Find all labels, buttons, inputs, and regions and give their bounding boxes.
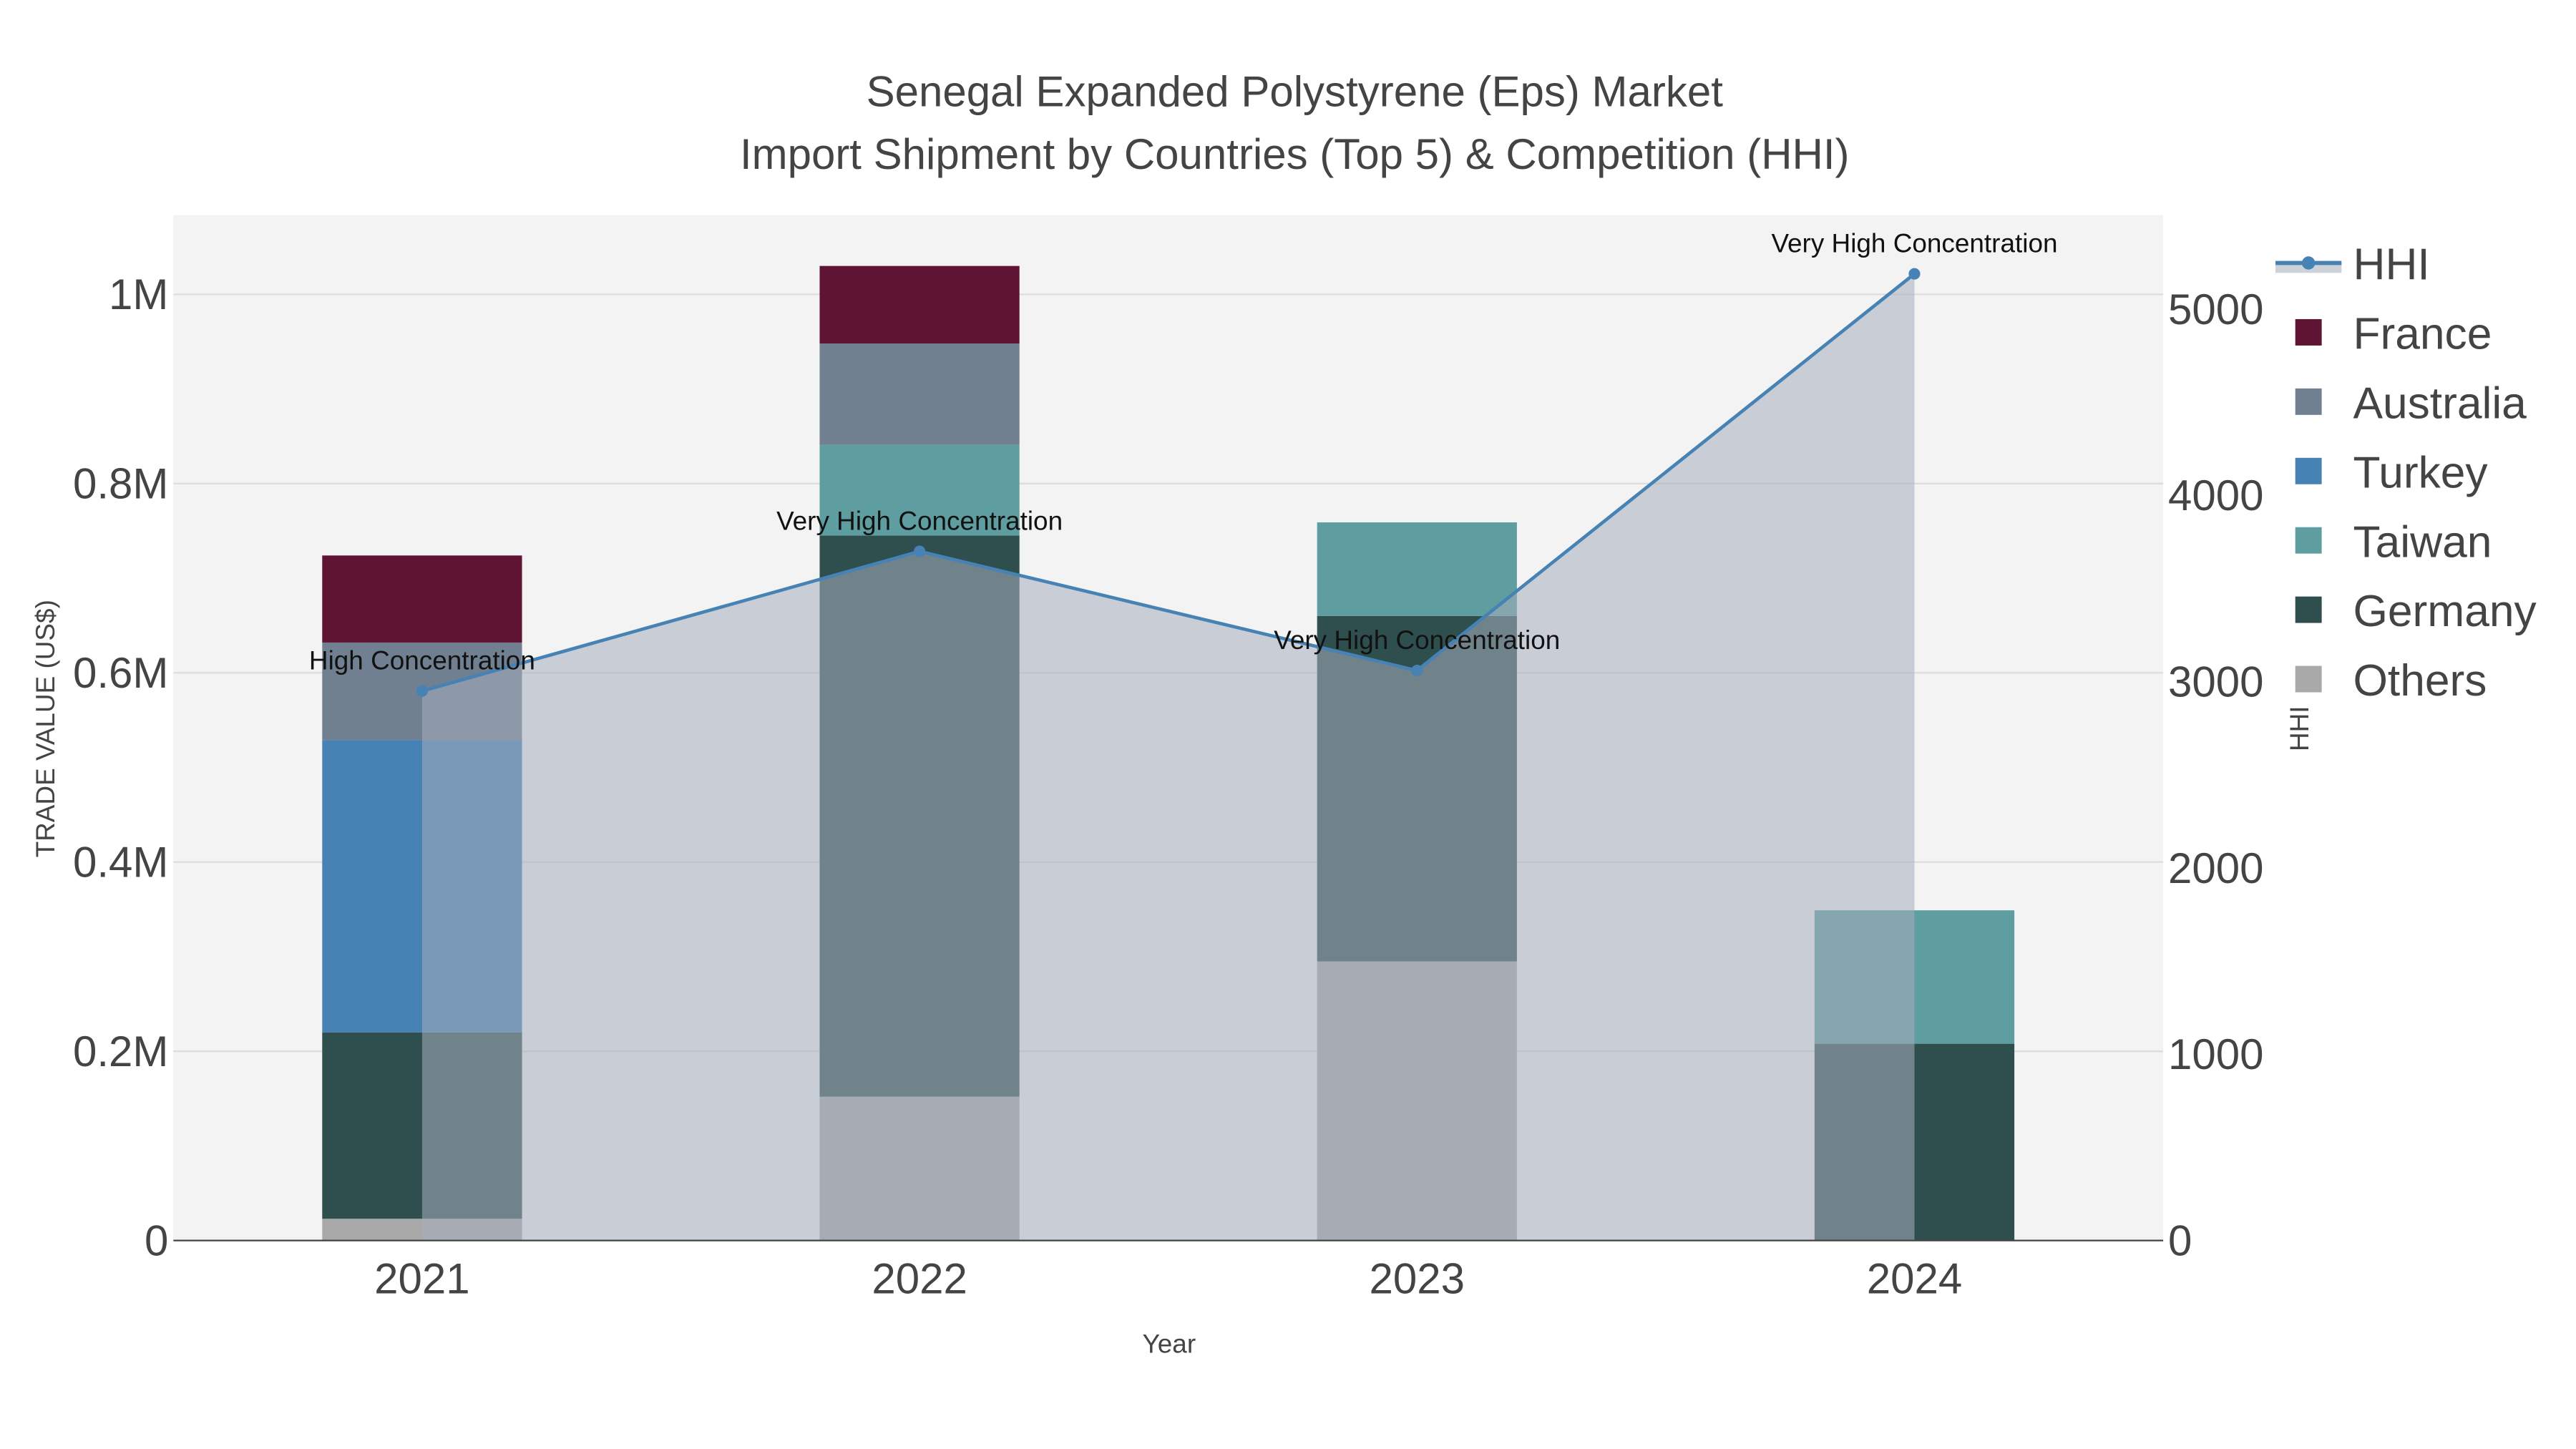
hhi-annotation: High Concentration: [309, 646, 535, 675]
hhi-point: [1908, 268, 1921, 280]
y2-tick-label: 5000: [2168, 286, 2263, 333]
y-tick-label: 0.2M: [73, 1028, 168, 1075]
y2-tick-label: 4000: [2168, 472, 2263, 519]
y-tick-label: 0.8M: [73, 460, 168, 508]
legend-swatch-france: [2295, 318, 2322, 346]
y2-tick-label: 2000: [2168, 844, 2263, 892]
chart-title-line1: Senegal Expanded Polystyrene (Eps) Marke…: [867, 67, 1724, 115]
legend-swatch-turkey: [2295, 457, 2322, 484]
legend-swatch-taiwan: [2295, 527, 2322, 554]
y-tick-label: 0: [145, 1216, 168, 1264]
y-tick-label: 1M: [109, 270, 168, 318]
chart: High Concentration Very High Concentratio…: [0, 0, 2576, 1449]
legend-swatch-germany: [2295, 596, 2322, 623]
hhi-point: [914, 545, 926, 557]
y2-tick-label: 1000: [2168, 1030, 2263, 1078]
legend-label-taiwan: Taiwan: [2353, 517, 2492, 567]
x-tick-label: 2023: [1370, 1255, 1465, 1303]
y-tick-label: 0.4M: [73, 839, 168, 887]
legend-label-france: France: [2353, 309, 2492, 358]
y2-tick-label: 3000: [2168, 658, 2263, 706]
x-axis-title: Year: [1143, 1330, 1196, 1359]
bar-france: [819, 265, 1020, 344]
legend-label-turkey: Turkey: [2353, 448, 2488, 497]
y-axis-title: TRADE VALUE (US$): [31, 600, 60, 857]
y2-axis-title: HHI: [2285, 706, 2314, 751]
legend-label-others: Others: [2353, 656, 2487, 706]
hhi-annotation: Very High Concentration: [1771, 229, 2057, 258]
hhi-point: [1411, 665, 1423, 677]
bar-australia: [819, 343, 1020, 445]
y-tick-label: 0.6M: [73, 649, 168, 697]
hhi-annotation: Very High Concentration: [776, 507, 1063, 536]
legend-swatch-others: [2295, 665, 2322, 693]
chart-title-line2: Import Shipment by Countries (Top 5) & C…: [740, 130, 1850, 178]
hhi-point: [416, 685, 428, 697]
hhi-annotation: Very High Concentration: [1274, 625, 1560, 655]
x-tick-label: 2024: [1867, 1255, 1962, 1303]
bar-france: [322, 555, 522, 643]
legend-hhi-marker: [2301, 256, 2316, 270]
x-tick-label: 2022: [872, 1255, 967, 1303]
legend-swatch-australia: [2295, 388, 2322, 415]
legend-label-hhi: HHI: [2353, 240, 2429, 290]
legend-label-germany: Germany: [2353, 587, 2537, 636]
y2-tick-label: 0: [2168, 1216, 2192, 1264]
legend-label-australia: Australia: [2353, 379, 2527, 428]
bar-taiwan: [1317, 522, 1517, 616]
x-tick-label: 2021: [374, 1255, 469, 1303]
